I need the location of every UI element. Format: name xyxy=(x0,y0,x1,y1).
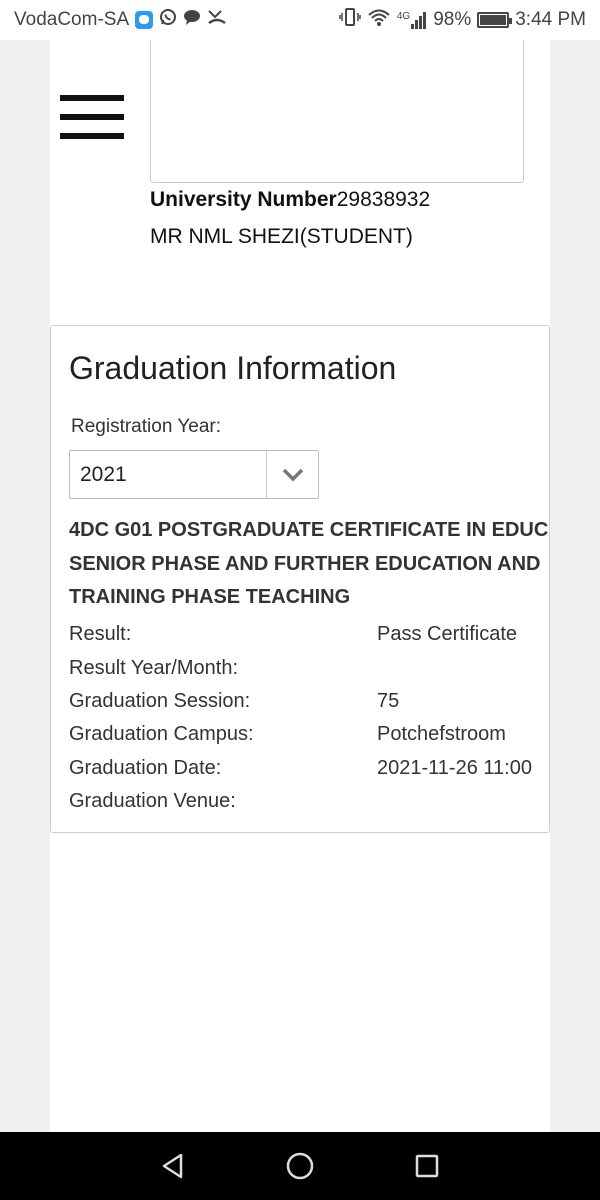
messenger-notification-icon xyxy=(135,11,154,29)
info-label: Graduation Venue: xyxy=(69,790,236,813)
graduation-card: Graduation Information Registration Year… xyxy=(50,325,550,833)
navigation-bar xyxy=(0,1132,600,1200)
hamburger-bar xyxy=(60,95,124,101)
student-name: MR NML SHEZI(STUDENT) xyxy=(150,225,413,248)
info-label: Result: xyxy=(69,623,132,646)
info-row-graduation-date: Graduation Date: 2021-11-26 11:00 xyxy=(69,752,549,785)
info-label: Graduation Session: xyxy=(69,689,251,712)
info-value: 75 xyxy=(377,689,400,712)
registration-year-label: Registration Year: xyxy=(71,416,221,437)
info-label: Graduation Campus: xyxy=(69,723,254,746)
carrier-name: VodaCom-SA xyxy=(14,9,130,30)
profile-photo xyxy=(150,40,524,183)
info-value: Potchefstroom xyxy=(377,723,506,746)
hamburger-icon[interactable] xyxy=(60,95,124,139)
signal-icon: 4G xyxy=(397,11,427,29)
course-title: 4DC G01 POSTGRADUATE CERTIFICATE IN EDUC… xyxy=(69,519,549,608)
status-bar: VodaCom-SA 4G 98% 3:44 PM xyxy=(0,0,600,40)
home-circle-icon[interactable] xyxy=(280,1146,320,1186)
info-row-result: Result: Pass Certificate xyxy=(69,618,549,651)
info-value: 2021-11-26 11:00 xyxy=(377,756,532,779)
message-notification-icon xyxy=(183,8,201,32)
registration-year-select[interactable]: 2021 xyxy=(69,450,319,499)
battery-icon xyxy=(477,12,513,28)
university-number-line: University Number29838932 xyxy=(150,188,430,212)
info-label: Result Year/Month: xyxy=(69,656,238,679)
hamburger-bar xyxy=(60,133,124,139)
dropdown-button[interactable] xyxy=(266,451,318,498)
info-value: Pass Certificate xyxy=(377,623,518,646)
whatsapp-notification-icon xyxy=(159,8,177,32)
card-title: Graduation Information xyxy=(69,350,397,386)
info-row-graduation-session: Graduation Session: 75 xyxy=(69,685,549,718)
graduation-info-rows: Result: Pass Certificate Result Year/Mon… xyxy=(69,618,549,818)
network-type: 4G xyxy=(396,11,411,22)
chevron-down-icon xyxy=(282,468,303,481)
missed-call-icon xyxy=(207,8,227,32)
info-row-graduation-venue: Graduation Venue: xyxy=(69,785,549,818)
status-left: VodaCom-SA xyxy=(14,8,227,32)
info-row-result-year-month: Result Year/Month: xyxy=(69,651,549,684)
university-number-label: University Number xyxy=(150,188,337,211)
recent-square-icon[interactable] xyxy=(407,1146,447,1186)
battery-percent: 98% xyxy=(433,9,472,30)
university-number-value: 29838932 xyxy=(336,188,431,211)
status-right: 4G 98% 3:44 PM xyxy=(339,7,586,33)
info-label: Graduation Date: xyxy=(69,756,222,779)
hamburger-bar xyxy=(60,114,124,120)
back-triangle-icon[interactable] xyxy=(153,1146,193,1186)
info-row-graduation-campus: Graduation Campus: Potchefstroom xyxy=(69,718,549,751)
registration-year-value: 2021 xyxy=(80,463,127,486)
clock: 3:44 PM xyxy=(515,9,586,30)
wifi-icon xyxy=(367,7,391,33)
vibrate-icon xyxy=(339,7,361,33)
